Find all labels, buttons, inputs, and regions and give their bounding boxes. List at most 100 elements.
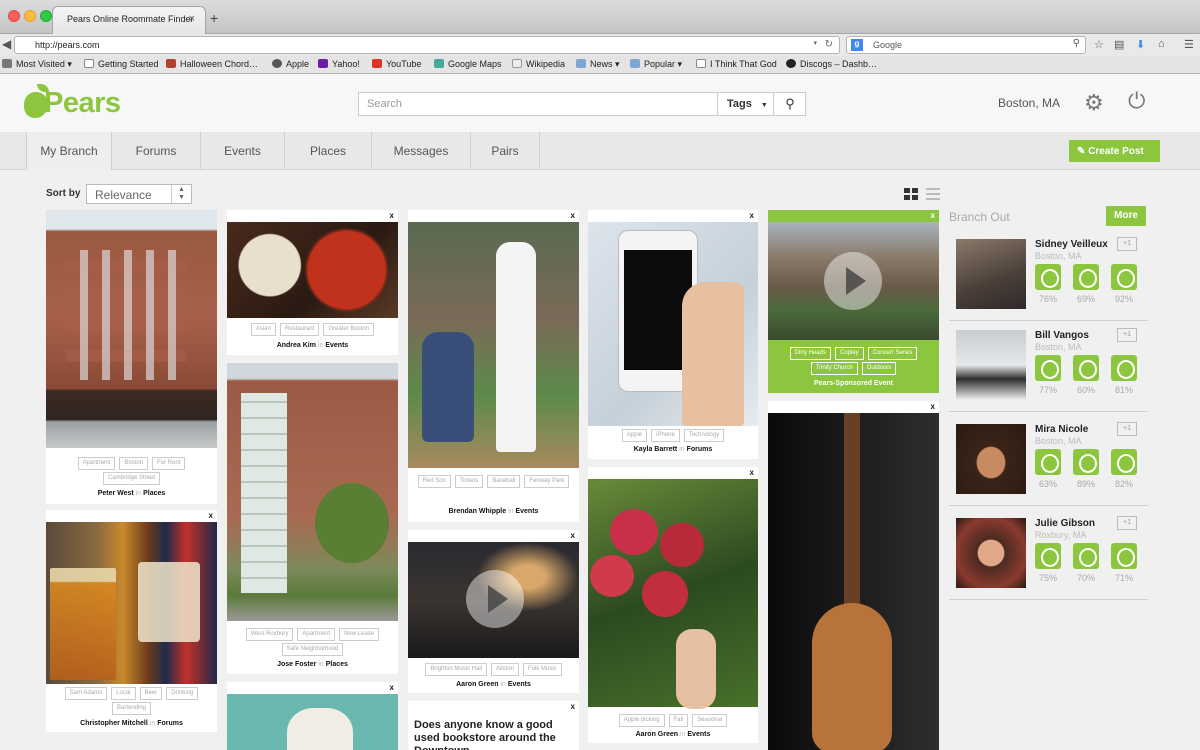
bookmark-popular-folder[interactable]: Popular ▾ xyxy=(630,59,682,70)
tag[interactable]: Outdoors xyxy=(861,362,897,375)
bookmark-most-visited[interactable]: Most Visited ▾ xyxy=(2,59,72,70)
post-category[interactable]: Events xyxy=(515,508,538,515)
post-author[interactable]: Brendan Whipple xyxy=(449,508,507,515)
tag[interactable]: Boston xyxy=(119,457,149,470)
plus-one-button[interactable]: +1 xyxy=(1117,422,1137,436)
person-name[interactable]: Mira Nicole xyxy=(1035,424,1088,435)
tag[interactable]: Beer xyxy=(139,687,163,700)
plus-one-button[interactable]: +1 xyxy=(1117,516,1137,530)
tag[interactable]: Baseball xyxy=(487,475,521,488)
more-button[interactable]: More xyxy=(1106,206,1146,226)
close-icon[interactable]: x xyxy=(931,211,935,220)
tag[interactable]: Brighton Music Hall xyxy=(425,663,487,676)
tab-my-branch[interactable]: My Branch xyxy=(26,132,112,170)
tag[interactable]: Concert Series xyxy=(867,347,918,360)
search-icon[interactable]: ⚲ xyxy=(773,93,806,115)
tab-events[interactable]: Events xyxy=(201,132,285,170)
tag[interactable]: Sam Adams xyxy=(64,687,108,700)
post-category[interactable]: Forums xyxy=(687,446,713,453)
tag[interactable]: iPhone xyxy=(651,429,680,442)
close-icon[interactable]: x xyxy=(931,402,935,411)
post-card[interactable]: x Apple iPhone Technology Kayla Barrett in… xyxy=(588,210,758,459)
tag[interactable]: For Rent xyxy=(152,457,186,470)
post-author[interactable]: Kayla Barrett xyxy=(634,446,678,453)
close-icon[interactable]: x xyxy=(750,211,754,220)
post-category[interactable]: Places xyxy=(143,490,165,497)
close-icon[interactable]: x xyxy=(571,702,575,711)
suggested-person[interactable]: Bill Vangos Boston, MA +1 77% 60% 81% xyxy=(949,322,1148,412)
dropdown-icon[interactable]: ▾ xyxy=(813,39,817,47)
post-card[interactable]: x Asian Restaurant Greater Boston Andrea K… xyxy=(227,210,398,355)
close-window-button[interactable] xyxy=(8,10,20,22)
post-author[interactable]: Jose Foster xyxy=(277,661,316,668)
create-post-button[interactable]: ✎ Create Post xyxy=(1069,140,1160,162)
play-icon[interactable] xyxy=(466,570,524,628)
close-icon[interactable]: x xyxy=(209,511,213,520)
post-card[interactable]: x Brighton Music Hall Allston Folk Music A… xyxy=(408,530,579,693)
tags-dropdown[interactable]: Tags ▼ xyxy=(717,93,773,115)
tag[interactable]: West Roxbury xyxy=(245,628,294,641)
tag[interactable]: Seasonal xyxy=(692,714,728,727)
tag[interactable]: Greater Boston xyxy=(323,323,375,336)
reload-icon[interactable]: ↻ xyxy=(825,39,833,50)
bookmark-halloween[interactable]: Halloween Chord… xyxy=(166,59,258,69)
post-category[interactable]: Events xyxy=(508,681,531,688)
avatar[interactable] xyxy=(956,330,1026,400)
bookmark-i-think[interactable]: I Think That God xyxy=(696,59,777,69)
post-author[interactable]: Andrea Kim xyxy=(277,342,316,349)
tag[interactable]: Folk Music xyxy=(523,663,562,676)
suggested-person[interactable]: Julie Gibson Roxbury, MA +1 75% 70% 71% xyxy=(949,510,1148,600)
logout-icon[interactable]: ⏻ xyxy=(1128,90,1145,112)
post-category[interactable]: Events xyxy=(325,342,348,349)
play-icon[interactable] xyxy=(824,252,882,310)
tag[interactable]: Copley xyxy=(834,347,864,360)
back-icon[interactable]: ◀ xyxy=(2,37,11,51)
tag[interactable]: Apple picking xyxy=(618,714,665,727)
tag[interactable]: Restaurant xyxy=(279,323,320,336)
reading-list-icon[interactable]: ▤ xyxy=(1114,38,1124,51)
tag[interactable]: Technology xyxy=(683,429,725,442)
post-card[interactable]: x xyxy=(768,401,939,750)
bookmark-youtube[interactable]: YouTube xyxy=(372,59,421,69)
tag[interactable]: New Lease xyxy=(339,628,380,641)
grid-view-icon[interactable] xyxy=(904,188,918,200)
tag[interactable]: Asian xyxy=(250,323,276,336)
tab-close-icon[interactable]: × xyxy=(189,13,195,25)
new-tab-icon[interactable]: + xyxy=(210,10,218,26)
home-icon[interactable]: ⌂ xyxy=(1158,38,1165,50)
post-author[interactable]: Aaron Green xyxy=(636,731,678,738)
bookmark-yahoo[interactable]: Yahoo! xyxy=(318,59,360,69)
tag[interactable]: Cambridge Street xyxy=(102,472,161,485)
sponsored-card[interactable]: x Dirty Heads Copley Concert Series Trinity… xyxy=(768,210,939,393)
zoom-window-button[interactable] xyxy=(40,10,52,22)
close-icon[interactable]: x xyxy=(571,531,575,540)
tag[interactable]: Apple xyxy=(621,429,648,442)
sort-select[interactable]: Relevance ▲ ▼ xyxy=(86,184,192,204)
tag[interactable]: Allston xyxy=(491,663,520,676)
bookmark-news-folder[interactable]: News ▾ xyxy=(576,59,620,70)
tag[interactable]: Red Sox xyxy=(417,475,451,488)
post-category[interactable]: Forums xyxy=(157,720,183,727)
tab-forums[interactable]: Forums xyxy=(112,132,201,170)
suggested-person[interactable]: Sidney Veilleux Boston, MA +1 76% 69% 92… xyxy=(949,231,1148,321)
tab-places[interactable]: Places xyxy=(285,132,372,170)
browser-search-field[interactable]: g Google ⚲ xyxy=(846,36,1086,54)
post-card[interactable]: x Sam Adams Local Beer Drinking Bartending C… xyxy=(46,510,217,732)
tag[interactable]: Local xyxy=(111,687,136,700)
avatar[interactable] xyxy=(956,424,1026,494)
bookmark-apple[interactable]: Apple xyxy=(272,59,309,69)
gear-icon[interactable]: ⚙ xyxy=(1084,92,1104,114)
post-card[interactable]: x Red Sox Tickets Baseball Fenway Park Bren… xyxy=(408,210,579,522)
list-view-icon[interactable] xyxy=(926,188,940,200)
person-name[interactable]: Bill Vangos xyxy=(1035,330,1089,341)
browser-tab[interactable]: Pears Online Roommate Finder × xyxy=(52,6,206,34)
close-icon[interactable]: x xyxy=(750,468,754,477)
close-icon[interactable]: x xyxy=(390,211,394,220)
tag[interactable]: Safe Neighborhood xyxy=(281,643,344,656)
minimize-window-button[interactable] xyxy=(24,10,36,22)
avatar[interactable] xyxy=(956,518,1026,588)
post-card[interactable]: x xyxy=(227,682,398,750)
tab-messages[interactable]: Messages xyxy=(372,132,471,170)
tag[interactable]: Tickets xyxy=(454,475,484,488)
post-author[interactable]: Christopher Mitchell xyxy=(80,720,148,727)
